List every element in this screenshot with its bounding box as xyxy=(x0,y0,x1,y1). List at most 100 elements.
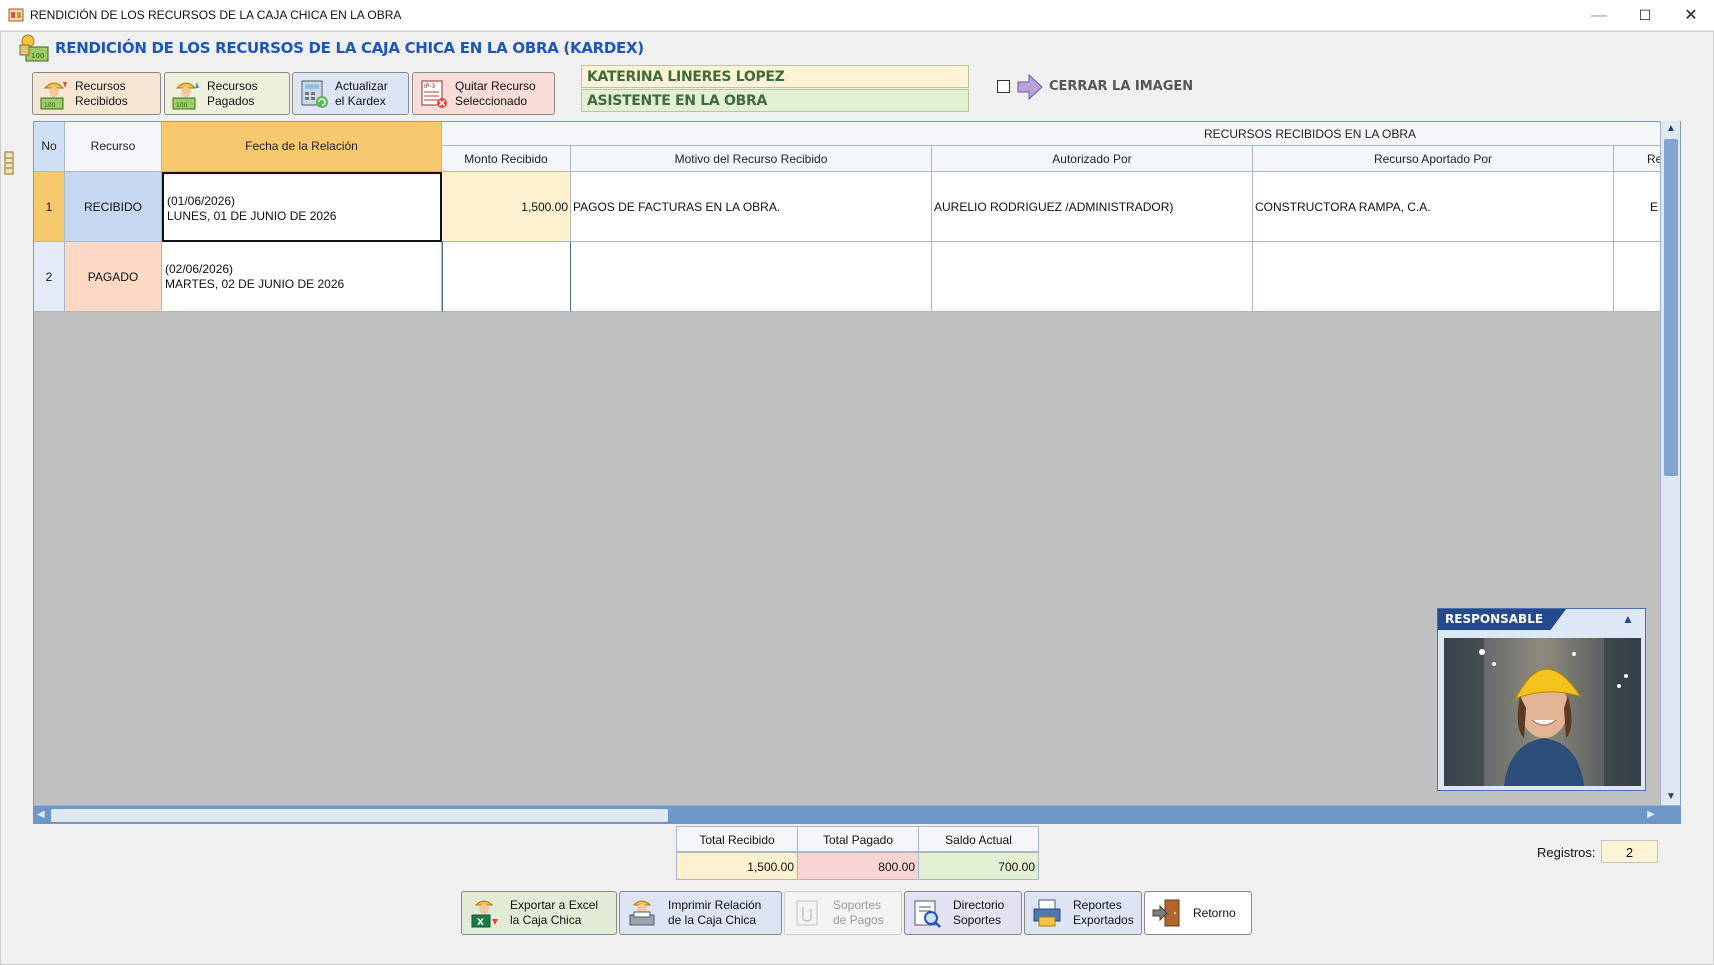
quitar-recurso-button[interactable]: IP-3 Quitar Recurso Seleccionado xyxy=(412,72,555,115)
exit-door-icon xyxy=(1152,899,1180,927)
button-label-line2: Soportes xyxy=(953,913,1002,927)
responsable-photo xyxy=(1444,638,1641,786)
scroll-left-icon[interactable]: ◀ xyxy=(37,809,45,820)
aportado-cell[interactable] xyxy=(1253,242,1614,312)
fecha-short: (01/06/2026) xyxy=(167,194,236,208)
registros-label: Registros: xyxy=(1537,845,1596,860)
horizontal-scrollbar[interactable]: ◀ ▶ xyxy=(33,805,1681,824)
fecha-long: LUNES, 01 DE JUNIO DE 2026 xyxy=(167,209,337,223)
print-report-icon xyxy=(629,900,655,926)
fecha-long: MARTES, 02 DE JUNIO DE 2026 xyxy=(165,277,345,291)
svg-text:X: X xyxy=(477,918,484,928)
arrow-right-icon xyxy=(1017,73,1043,101)
monto-cell[interactable]: 1,500.00 xyxy=(442,172,571,242)
recurso-cell[interactable]: RECIBIDO xyxy=(65,172,162,242)
toolbar-label-line1: Quitar Recurso xyxy=(455,78,536,93)
toolbar-label-line2: el Kardex xyxy=(335,93,386,108)
vertical-scroll-thumb[interactable] xyxy=(1664,139,1678,476)
autorizado-cell[interactable]: AURELIO RODRIGUEZ /ADMINISTRADOR) xyxy=(932,172,1253,242)
aportado-cell[interactable]: CONSTRUCTORA RAMPA, C.A. xyxy=(1253,172,1614,242)
row-number[interactable]: 1 xyxy=(34,172,65,242)
column-header-motivo[interactable]: Motivo del Recurso Recibido xyxy=(571,146,932,172)
button-label-line2: Exportados xyxy=(1073,913,1134,927)
row-number[interactable]: 2 xyxy=(34,242,65,312)
column-header-aportado[interactable]: Recurso Aportado Por xyxy=(1253,146,1614,172)
exportar-excel-button[interactable]: X Exportar a Excel la Caja Chica xyxy=(461,891,617,935)
button-label-line1: Imprimir Relación xyxy=(668,898,762,912)
worker-money-out-icon: 100 xyxy=(172,81,199,109)
printer-icon xyxy=(1033,899,1061,927)
fecha-cell[interactable]: (02/06/2026) MARTES, 02 DE JUNIO DE 2026 xyxy=(162,242,442,312)
group-header-label: RECURSOS RECIBIDOS EN LA OBRA xyxy=(1204,127,1417,141)
svg-text:IP-3: IP-3 xyxy=(424,83,435,90)
delete-record-icon: IP-3 xyxy=(421,80,447,108)
toolbar-label-line1: Actualizar xyxy=(335,78,388,93)
minimize-button[interactable]: — xyxy=(1576,0,1622,31)
column-header-no[interactable]: No xyxy=(34,122,65,172)
directorio-soportes-button[interactable]: Directorio Soportes xyxy=(904,891,1022,935)
button-label-line1: Exportar a Excel xyxy=(510,898,599,912)
app-icon xyxy=(8,8,24,22)
excel-export-icon: X xyxy=(471,900,498,928)
column-header-monto[interactable]: Monto Recibido xyxy=(442,146,571,172)
motivo-cell[interactable] xyxy=(571,242,932,312)
refresh-calculator-icon xyxy=(301,80,328,108)
total-recibido-value: 1,500.00 xyxy=(676,852,798,880)
money-worker-icon: 100 xyxy=(19,34,49,62)
imprimir-relacion-button[interactable]: Imprimir Relación de la Caja Chica xyxy=(619,891,782,935)
page-title: RENDICIÓN DE LOS RECURSOS DE LA CAJA CHI… xyxy=(55,39,644,57)
collapse-arrow-icon[interactable]: ▲ xyxy=(1622,612,1634,626)
responsable-header: RESPONSABLE ▲ xyxy=(1438,609,1645,630)
user-name: KATERINA LINERES LOPEZ xyxy=(581,65,969,88)
toolbar-label-line1: Recursos xyxy=(207,78,258,93)
fecha-cell[interactable]: (01/06/2026) LUNES, 01 DE JUNIO DE 2026 xyxy=(162,172,442,242)
svg-text:100: 100 xyxy=(176,102,188,109)
responsable-panel: RESPONSABLE ▲ xyxy=(1437,608,1646,791)
maximize-button[interactable]: ☐ xyxy=(1622,0,1668,31)
button-label-line1: Directorio xyxy=(953,898,1005,912)
button-label-line1: Retorno xyxy=(1193,905,1236,920)
recursos-recibidos-button[interactable]: 100 Recursos Recibidos xyxy=(32,72,161,115)
recursos-pagados-button[interactable]: 100 Recursos Pagados xyxy=(164,72,290,115)
cerrar-imagen-checkbox[interactable] xyxy=(997,80,1010,93)
registros-value: 2 xyxy=(1601,840,1658,863)
horizontal-scroll-thumb[interactable] xyxy=(51,809,668,822)
fecha-short: (02/06/2026) xyxy=(165,262,234,276)
toolbar-label-line1: Recursos xyxy=(75,78,126,93)
recurso-cell[interactable]: PAGADO xyxy=(65,242,162,312)
column-header-fecha[interactable]: Fecha de la Relación xyxy=(162,122,442,172)
button-label-line2: de Pagos xyxy=(833,913,884,927)
saldo-actual-value: 700.00 xyxy=(918,852,1039,880)
window-title: RENDICIÓN DE LOS RECURSOS DE LA CAJA CHI… xyxy=(30,8,402,22)
reportes-exportados-button[interactable]: Reportes Exportados xyxy=(1024,891,1142,935)
toolbar-label-line2: Seleccionado xyxy=(455,93,528,108)
scroll-up-icon[interactable]: ▲ xyxy=(1666,123,1676,134)
autorizado-cell[interactable] xyxy=(932,242,1253,312)
monto-cell[interactable] xyxy=(442,242,571,312)
window-title-bar: RENDICIÓN DE LOS RECURSOS DE LA CAJA CHI… xyxy=(0,0,1714,31)
toolbar-label-line2: Pagados xyxy=(207,93,255,108)
column-header-recurso[interactable]: Recurso xyxy=(65,122,162,172)
cerrar-imagen-label[interactable]: CERRAR LA IMAGEN xyxy=(1049,79,1193,94)
group-header-recursos-recibidos: RECURSOS RECIBIDOS EN LA OBRA xyxy=(442,122,1680,146)
total-recibido-header: Total Recibido xyxy=(676,826,798,852)
soportes-pagos-button[interactable]: Soportes de Pagos xyxy=(784,891,902,935)
button-label-line1: Soportes xyxy=(833,898,882,912)
total-pagado-value: 800.00 xyxy=(797,852,919,880)
motivo-cell[interactable]: PAGOS DE FACTURAS EN LA OBRA. xyxy=(571,172,932,242)
scroll-down-icon[interactable]: ▼ xyxy=(1666,791,1676,802)
retorno-button[interactable]: Retorno xyxy=(1144,891,1252,935)
scroll-right-icon[interactable]: ▶ xyxy=(1647,809,1655,820)
button-label-line2: la Caja Chica xyxy=(510,913,582,927)
button-label-line2: de la Caja Chica xyxy=(668,913,757,927)
worker-money-in-icon: 100 xyxy=(40,81,67,109)
kardex-grid: No Recurso Fecha de la Relación RECURSOS… xyxy=(33,121,1681,824)
close-window-button[interactable]: ✕ xyxy=(1668,0,1714,31)
column-header-autorizado[interactable]: Autorizado Por xyxy=(932,146,1253,172)
vertical-scrollbar[interactable]: ▲ ▼ xyxy=(1660,121,1680,805)
side-panel-handle-icon[interactable] xyxy=(3,150,15,176)
toolbar-label-line2: Recibidos xyxy=(75,93,128,108)
folder-search-icon xyxy=(914,900,941,928)
attachment-icon xyxy=(796,900,818,926)
actualizar-kardex-button[interactable]: Actualizar el Kardex xyxy=(292,72,409,115)
